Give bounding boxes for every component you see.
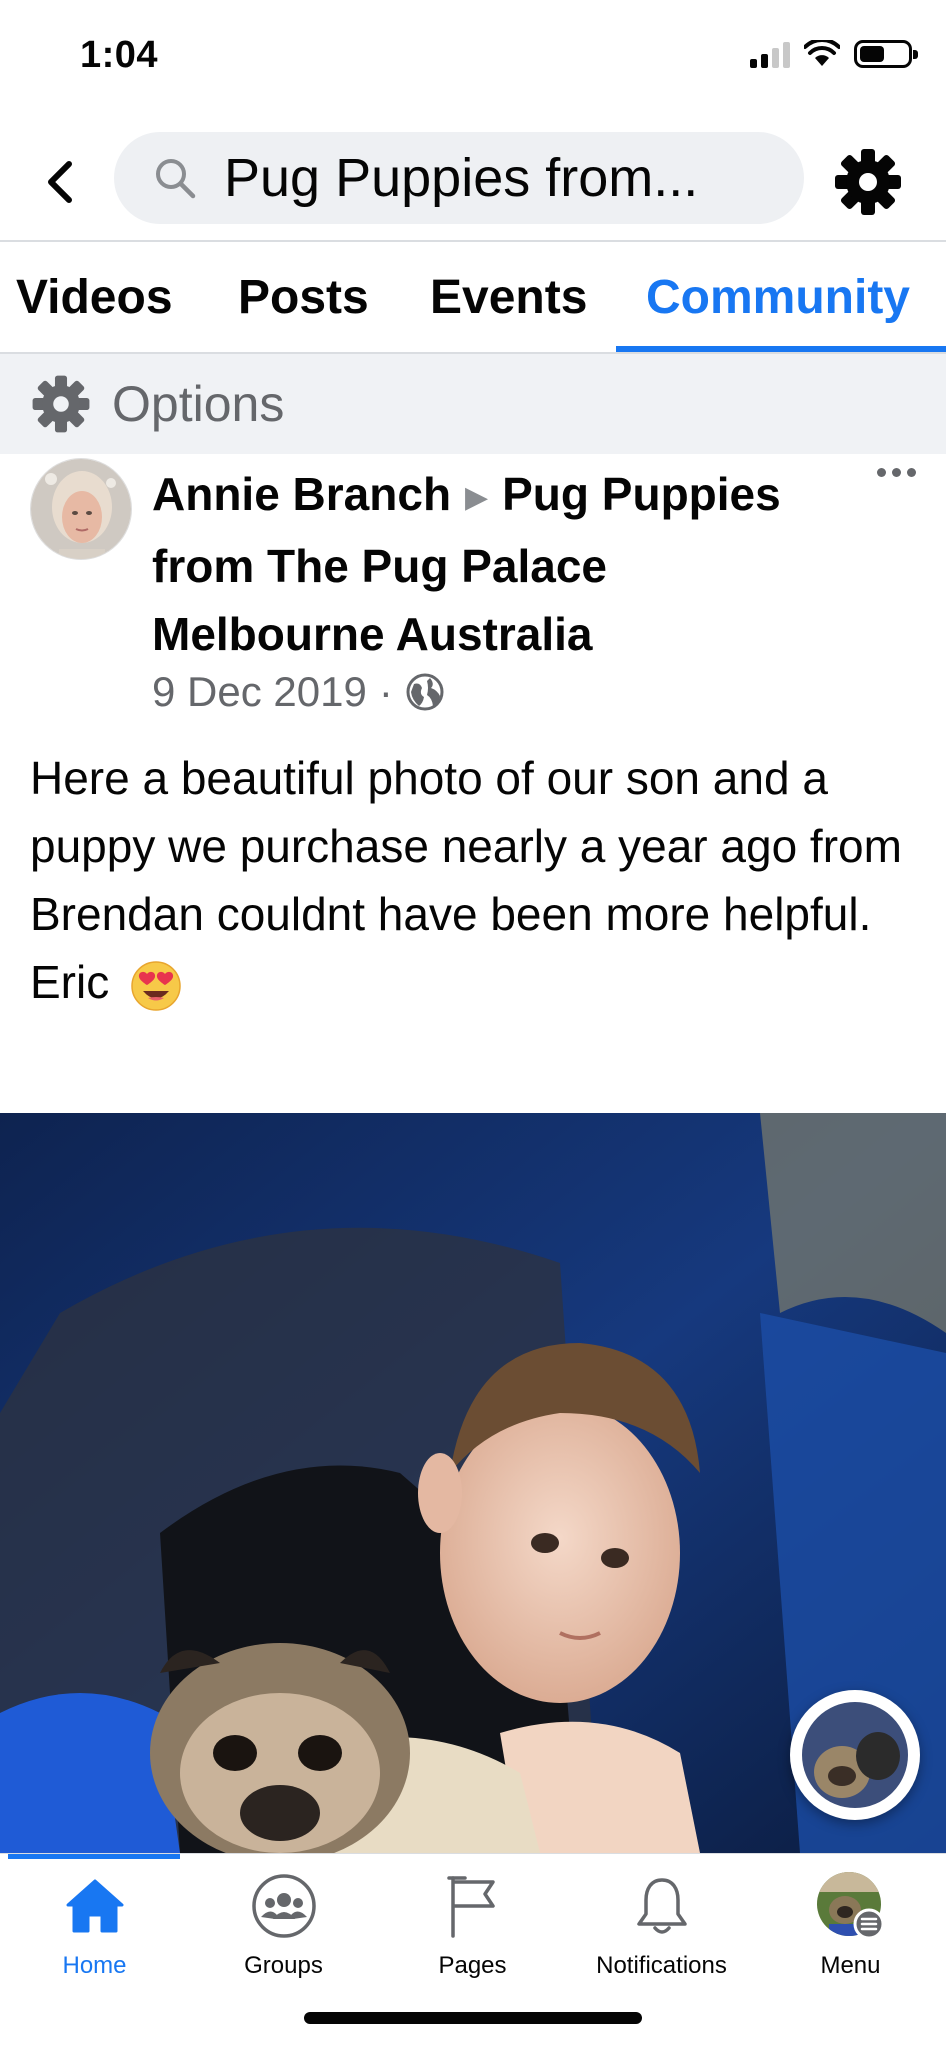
heart-eyes-emoji-icon	[131, 961, 181, 1011]
options-label: Options	[112, 376, 285, 432]
options-button[interactable]: Options	[0, 354, 946, 454]
nav-menu-label: Menu	[820, 1952, 881, 1979]
back-button[interactable]	[38, 154, 82, 210]
post-meta: 9 Dec 2019 ·	[152, 668, 445, 716]
bell-icon	[636, 1878, 687, 1934]
home-indicator-bar	[304, 2012, 642, 2024]
home-active-indicator	[8, 1854, 180, 1859]
nav-pages-label: Pages	[438, 1952, 507, 1979]
dot	[907, 468, 916, 477]
home-icon	[66, 1879, 123, 1933]
dot	[877, 468, 886, 477]
search-query: Pug Puppies from...	[224, 148, 699, 208]
tab-videos[interactable]: Videos	[16, 270, 173, 325]
post-signature-line: Eric	[30, 948, 920, 1016]
status-time: 1:04	[80, 34, 159, 76]
groups-icon	[251, 1874, 316, 1938]
nav-home[interactable]: Home	[0, 1870, 189, 1980]
status-bar: 1:04	[0, 0, 946, 120]
battery-icon	[854, 40, 918, 68]
chat-head-bubble[interactable]	[790, 1690, 920, 1820]
cellular-signal-icon	[750, 40, 790, 68]
active-tab-indicator	[616, 346, 946, 352]
post-body: Here a beautiful photo of our son and a …	[30, 752, 902, 940]
search-header: Pug Puppies from...	[0, 120, 946, 242]
search-filter-tabs: Videos Posts Events Community	[0, 242, 946, 354]
nav-pages[interactable]: Pages	[378, 1870, 567, 1980]
tab-posts[interactable]: Posts	[238, 270, 369, 325]
search-input[interactable]: Pug Puppies from...	[114, 132, 804, 224]
gear-icon	[32, 375, 90, 433]
nav-groups-label: Groups	[244, 1952, 323, 1979]
globe-icon	[406, 673, 444, 711]
wifi-icon	[804, 40, 840, 66]
tab-community[interactable]: Community	[646, 270, 910, 325]
post-title: Annie Branch ▶ Pug Puppies from The Pug Pa…	[152, 460, 832, 668]
profile-menu-icon	[816, 1872, 884, 1940]
gear-icon	[835, 149, 901, 215]
search-icon	[156, 159, 196, 199]
post-text: Here a beautiful photo of our son and a …	[30, 744, 920, 1016]
author-name[interactable]: Annie Branch	[152, 468, 451, 520]
status-icons	[750, 40, 918, 68]
nav-home-label: Home	[62, 1952, 127, 1979]
nav-menu[interactable]: Menu	[756, 1870, 945, 1980]
more-options-button[interactable]	[877, 468, 916, 477]
pages-flag-icon	[446, 1876, 495, 1938]
post-signature: Eric	[30, 956, 110, 1008]
nav-notifications-label: Notifications	[596, 1952, 727, 1979]
chevron-left-icon	[48, 161, 72, 203]
meta-separator: ·	[378, 668, 393, 715]
settings-button[interactable]	[832, 146, 904, 218]
post-date[interactable]: 9 Dec 2019	[152, 668, 367, 716]
nav-notifications[interactable]: Notifications	[567, 1870, 756, 1980]
triangle-right-icon: ▶	[465, 480, 489, 514]
tab-events[interactable]: Events	[430, 270, 587, 325]
nav-groups[interactable]: Groups	[189, 1870, 378, 1980]
author-avatar[interactable]	[30, 458, 132, 560]
dot	[892, 468, 901, 477]
